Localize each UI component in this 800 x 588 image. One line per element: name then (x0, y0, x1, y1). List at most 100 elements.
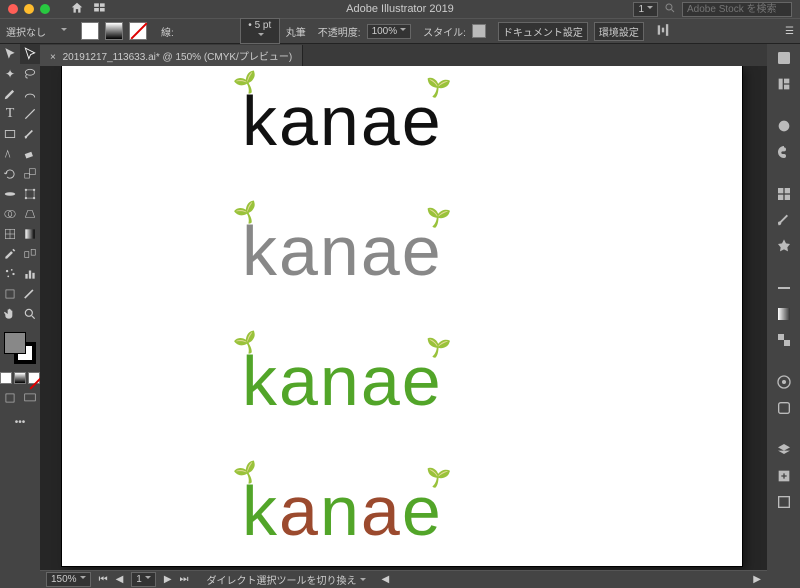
artboard-nav-prev[interactable]: ◀ (116, 574, 124, 585)
selection-tool[interactable] (0, 44, 20, 64)
free-transform-tool[interactable] (20, 184, 40, 204)
scale-tool[interactable] (20, 164, 40, 184)
screen-mode-button[interactable] (20, 388, 40, 408)
rotate-tool[interactable] (0, 164, 20, 184)
stroke-panel-icon[interactable] (774, 278, 794, 298)
fill-swatch[interactable] (81, 22, 99, 40)
paintbrush-tool[interactable] (20, 124, 40, 144)
artboards-panel-icon[interactable] (774, 492, 794, 512)
app-titlebar: Adobe Illustrator 2019 1 (0, 0, 800, 18)
blend-tool[interactable] (20, 244, 40, 264)
none-swatch[interactable] (129, 22, 147, 40)
zoom-window-button[interactable] (40, 4, 50, 14)
swatches-panel-icon[interactable] (774, 184, 794, 204)
artboard-index-field[interactable]: 1 (131, 572, 156, 587)
transparency-panel-icon[interactable] (774, 330, 794, 350)
symbols-panel-icon[interactable] (774, 236, 794, 256)
arrange-docs-icon[interactable] (92, 1, 108, 18)
tab-close-icon[interactable]: × (50, 52, 56, 63)
artboard-count-field[interactable]: 1 (633, 2, 658, 17)
layers-panel-icon[interactable] (774, 440, 794, 460)
minimize-window-button[interactable] (24, 4, 34, 14)
preferences-button[interactable]: 環境設定 (594, 22, 644, 41)
logo-text: kanae (242, 472, 443, 550)
artboard-nav-next[interactable]: ▶ (164, 574, 172, 585)
gradient-tool[interactable] (20, 224, 40, 244)
lasso-tool[interactable] (20, 64, 40, 84)
rectangle-tool[interactable] (0, 124, 20, 144)
opacity-field[interactable]: 100% (367, 24, 412, 39)
artboard-tool[interactable] (0, 284, 20, 304)
artboard-nav-last[interactable]: ⏭ (180, 574, 189, 585)
zoom-tool[interactable] (20, 304, 40, 324)
document-tab[interactable]: × 20191217_113633.ai* @ 150% (CMYK/プレビュー… (40, 45, 303, 66)
curvature-tool[interactable] (20, 84, 40, 104)
logo-green-red[interactable]: 🌱 kanae 🌱 (242, 476, 443, 548)
zoom-field[interactable]: 150% (46, 572, 91, 587)
fill-color[interactable] (4, 332, 26, 354)
color-panel-icon[interactable] (774, 116, 794, 136)
color-guide-panel-icon[interactable] (774, 142, 794, 162)
home-icon[interactable] (70, 1, 84, 18)
brushes-panel-icon[interactable] (774, 210, 794, 230)
shape-builder-tool[interactable] (0, 204, 20, 224)
selection-menu[interactable] (58, 26, 67, 37)
doc-setup-button[interactable]: ドキュメント設定 (498, 22, 588, 41)
style-swatch[interactable] (472, 24, 486, 38)
gradient-mode-icon[interactable] (14, 372, 26, 384)
panel-menu-icon[interactable]: ☰ (785, 26, 794, 37)
logo-black[interactable]: 🌱 kanae 🌱 (242, 86, 443, 158)
stock-search-input[interactable] (682, 2, 792, 17)
logo-text: kanae (242, 212, 443, 290)
align-icon[interactable] (656, 23, 670, 40)
cap-label: 丸筆 (286, 24, 306, 39)
color-mode-icon[interactable] (0, 372, 12, 384)
shaper-tool[interactable] (0, 144, 20, 164)
logo-text: kanae (242, 82, 443, 160)
control-bar: 選択なし 線: • 5 pt 丸筆 不透明度: 100% スタイル: ドキュメン… (0, 18, 800, 44)
type-tool[interactable]: T (0, 104, 20, 124)
eyedropper-tool[interactable] (0, 244, 20, 264)
magic-wand-tool[interactable]: ✦ (0, 64, 20, 84)
close-window-button[interactable] (8, 4, 18, 14)
gradient-swatch[interactable] (105, 22, 123, 40)
appearance-panel-icon[interactable] (774, 372, 794, 392)
status-bar: 150% ⏮ ◀ 1 ▶ ⏭ ダイレクト選択ツールを切り換え ◀ ▶ (40, 570, 767, 588)
hand-tool[interactable] (0, 304, 20, 324)
logo-text: kanae (242, 342, 443, 420)
artboard[interactable]: 🌱 kanae 🌱 🌱 kanae 🌱 🌱 kanae 🌱 🌱 kanae 🌱 (62, 66, 742, 566)
line-tool[interactable] (20, 104, 40, 124)
right-panel-dock (767, 44, 800, 588)
properties-panel-icon[interactable] (774, 48, 794, 68)
logo-green[interactable]: 🌱 kanae 🌱 (242, 346, 443, 418)
gradient-panel-icon[interactable] (774, 304, 794, 324)
status-scroll-left[interactable]: ◀ (382, 574, 390, 585)
canvas-area[interactable]: 🌱 kanae 🌱 🌱 kanae 🌱 🌱 kanae 🌱 🌱 kanae 🌱 (40, 66, 767, 570)
asset-export-panel-icon[interactable] (774, 466, 794, 486)
status-scroll-right[interactable]: ▶ (753, 574, 761, 585)
tool-panel: ✦ T ••• (0, 44, 40, 588)
document-tab-bar: × 20191217_113633.ai* @ 150% (CMYK/プレビュー… (40, 44, 767, 66)
selection-status: 選択なし (6, 24, 46, 39)
fill-stroke-control[interactable] (0, 328, 40, 368)
none-mode-icon[interactable] (28, 372, 40, 384)
edit-toolbar-button[interactable]: ••• (0, 412, 40, 432)
direct-selection-tool[interactable] (20, 44, 40, 64)
slice-tool[interactable] (20, 284, 40, 304)
graphic-styles-panel-icon[interactable] (774, 398, 794, 418)
perspective-tool[interactable] (20, 204, 40, 224)
column-graph-tool[interactable] (20, 264, 40, 284)
status-tool-hint: ダイレクト選択ツールを切り換え (207, 572, 366, 587)
logo-gray[interactable]: 🌱 kanae 🌱 (242, 216, 443, 288)
pen-tool[interactable] (0, 84, 20, 104)
style-label: スタイル: (423, 24, 466, 39)
draw-mode-normal[interactable] (0, 388, 20, 408)
libraries-panel-icon[interactable] (774, 74, 794, 94)
width-tool[interactable] (0, 184, 20, 204)
artboard-nav-first[interactable]: ⏮ (99, 574, 108, 585)
symbol-sprayer-tool[interactable] (0, 264, 20, 284)
eraser-tool[interactable] (20, 144, 40, 164)
stroke-weight-field[interactable]: • 5 pt (240, 18, 280, 44)
opacity-label: 不透明度: (318, 24, 361, 39)
mesh-tool[interactable] (0, 224, 20, 244)
